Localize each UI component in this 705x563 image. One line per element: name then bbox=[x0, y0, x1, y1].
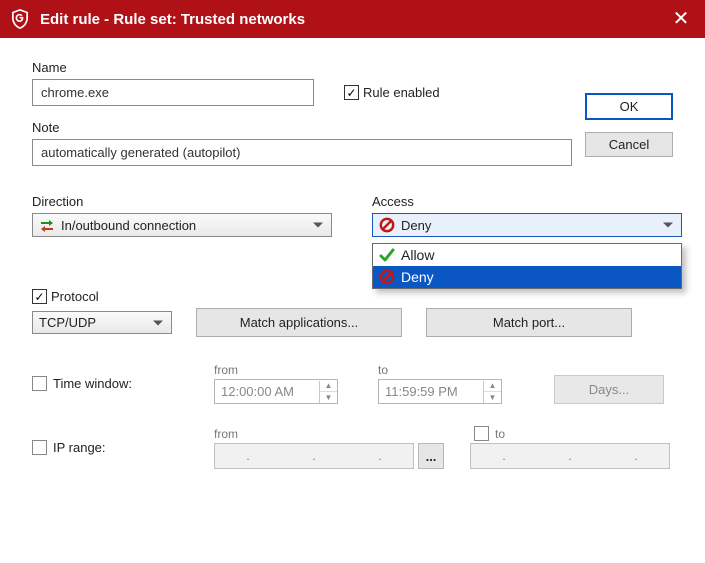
access-option-deny-label: Deny bbox=[401, 269, 434, 285]
dialog-action-column: OK Cancel bbox=[585, 93, 673, 157]
access-select[interactable]: Deny bbox=[372, 213, 682, 237]
time-to-spinner[interactable]: ▲▼ bbox=[483, 381, 501, 403]
ip-from-browse-button[interactable]: ... bbox=[418, 443, 444, 469]
chevron-down-icon bbox=[313, 223, 323, 228]
chevron-down-icon bbox=[663, 223, 673, 228]
protocol-select[interactable]: TCP/UDP bbox=[32, 311, 172, 334]
time-from-label: from bbox=[214, 363, 338, 377]
ip-from-input[interactable]: . . . bbox=[214, 443, 414, 469]
access-dropdown-list: Allow Deny bbox=[372, 243, 682, 289]
name-input[interactable]: chrome.exe bbox=[32, 79, 314, 106]
access-label: Access bbox=[372, 194, 682, 209]
ip-range-checkbox[interactable] bbox=[32, 440, 47, 455]
direction-access-row: Direction In/outbound connection Access … bbox=[32, 194, 673, 237]
close-button[interactable]: ✕ bbox=[667, 5, 695, 33]
ip-from-label: from bbox=[214, 427, 444, 441]
ip-to-checkbox[interactable] bbox=[474, 426, 489, 441]
match-applications-button[interactable]: Match applications... bbox=[196, 308, 402, 337]
ip-sep-dot: . bbox=[634, 449, 637, 463]
time-window-label: Time window: bbox=[53, 376, 132, 391]
ip-to-label: to bbox=[495, 427, 505, 441]
rule-enabled-checkbox[interactable]: ✓ bbox=[344, 85, 359, 100]
protocol-checkbox[interactable]: ✓ bbox=[32, 289, 47, 304]
protocol-header: ✓ Protocol bbox=[32, 289, 673, 304]
ip-sep-dot: . bbox=[378, 449, 381, 463]
direction-label: Direction bbox=[32, 194, 332, 209]
access-option-deny[interactable]: Deny bbox=[373, 266, 681, 288]
ip-range-label: IP range: bbox=[53, 440, 106, 455]
note-label: Note bbox=[32, 120, 673, 135]
ip-sep-dot: . bbox=[568, 449, 571, 463]
protocol-select-value: TCP/UDP bbox=[39, 315, 96, 330]
ip-sep-dot: . bbox=[502, 449, 505, 463]
ip-sep-dot: . bbox=[246, 449, 249, 463]
protocol-label: Protocol bbox=[51, 289, 99, 304]
time-window-checkbox[interactable] bbox=[32, 376, 47, 391]
window-title: Edit rule - Rule set: Trusted networks bbox=[40, 11, 667, 28]
deny-icon bbox=[379, 217, 395, 233]
rule-enabled-label: Rule enabled bbox=[363, 85, 440, 100]
note-input[interactable]: automatically generated (autopilot) bbox=[32, 139, 572, 166]
time-from-input[interactable]: 12:00:00 AM ▲▼ bbox=[214, 379, 338, 404]
name-label: Name bbox=[32, 60, 673, 75]
direction-select-value: In/outbound connection bbox=[61, 218, 196, 233]
direction-select[interactable]: In/outbound connection bbox=[32, 213, 332, 237]
ip-sep-dot: . bbox=[312, 449, 315, 463]
titlebar: Edit rule - Rule set: Trusted networks ✕ bbox=[0, 0, 705, 38]
time-to-value: 11:59:59 PM bbox=[379, 380, 483, 403]
ip-to-input[interactable]: . . . bbox=[470, 443, 670, 469]
ok-button[interactable]: OK bbox=[585, 93, 673, 120]
dialog-body: OK Cancel Name chrome.exe ✓ Rule enabled… bbox=[0, 38, 705, 479]
deny-icon bbox=[379, 269, 395, 285]
days-button[interactable]: Days... bbox=[554, 375, 664, 404]
note-section: Note automatically generated (autopilot) bbox=[32, 120, 673, 166]
inout-arrows-icon bbox=[39, 217, 55, 233]
access-select-value: Deny bbox=[401, 218, 431, 233]
match-port-button[interactable]: Match port... bbox=[426, 308, 632, 337]
cancel-button[interactable]: Cancel bbox=[585, 132, 673, 157]
time-to-input[interactable]: 11:59:59 PM ▲▼ bbox=[378, 379, 502, 404]
app-shield-icon bbox=[8, 7, 32, 31]
protocol-line: TCP/UDP Match applications... Match port… bbox=[32, 308, 673, 337]
access-option-allow-label: Allow bbox=[401, 247, 434, 263]
access-option-allow[interactable]: Allow bbox=[373, 244, 681, 266]
time-from-value: 12:00:00 AM bbox=[215, 380, 319, 403]
allow-icon bbox=[379, 247, 395, 263]
time-to-label: to bbox=[378, 363, 502, 377]
chevron-down-icon bbox=[153, 320, 163, 325]
time-from-spinner[interactable]: ▲▼ bbox=[319, 381, 337, 403]
name-section: Name chrome.exe ✓ Rule enabled bbox=[32, 60, 673, 106]
